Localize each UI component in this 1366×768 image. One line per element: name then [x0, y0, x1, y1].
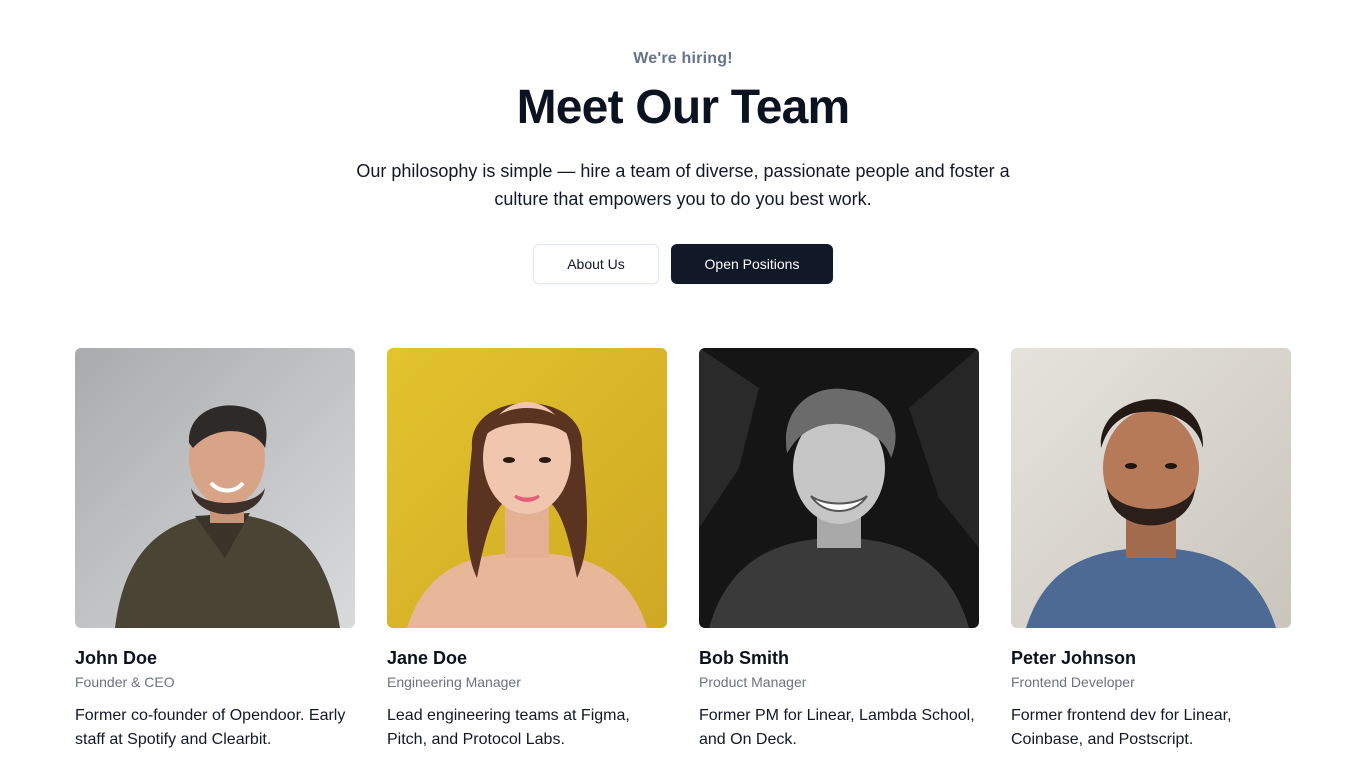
portrait-image — [1011, 348, 1291, 628]
team-member-card: John Doe Founder & CEO Former co-founder… — [75, 348, 355, 752]
team-member-bio: Former frontend dev for Linear, Coinbase… — [1011, 707, 1232, 748]
team-member-name: Peter Johnson — [1011, 648, 1137, 668]
hiring-eyebrow: We're hiring! — [633, 50, 733, 67]
portrait-image — [387, 348, 667, 628]
team-member-bio: Lead engineering teams at Figma, Pitch, … — [387, 707, 630, 748]
team-member-role: Frontend Developer — [1011, 674, 1135, 690]
portrait-image — [699, 348, 979, 628]
team-member-name: Jane Doe — [387, 648, 468, 668]
page-title: Meet Our Team — [516, 81, 851, 134]
team-member-photo — [1011, 348, 1291, 628]
team-member-card: Peter Johnson Frontend Developer Former … — [1011, 348, 1291, 752]
portrait-image — [75, 348, 355, 628]
team-member-name: John Doe — [75, 648, 158, 668]
open-positions-button[interactable]: Open Positions — [671, 244, 833, 284]
team-member-bio: Former PM for Linear, Lambda School, and… — [699, 707, 975, 748]
hero-subtitle: Our philosophy is simple — hire a team o… — [356, 161, 1010, 209]
team-member-photo — [387, 348, 667, 628]
team-member-role: Product Manager — [699, 674, 807, 690]
team-member-card: Jane Doe Engineering Manager Lead engine… — [387, 348, 667, 752]
team-member-name: Bob Smith — [699, 648, 789, 668]
team-member-role: Engineering Manager — [387, 674, 521, 690]
about-us-button[interactable]: About Us — [533, 244, 659, 284]
team-member-photo — [699, 348, 979, 628]
team-member-photo — [75, 348, 355, 628]
team-member-card: Bob Smith Product Manager Former PM for … — [699, 348, 979, 752]
team-member-role: Founder & CEO — [75, 674, 175, 690]
team-member-bio: Former co-founder of Opendoor. Early sta… — [75, 707, 346, 748]
